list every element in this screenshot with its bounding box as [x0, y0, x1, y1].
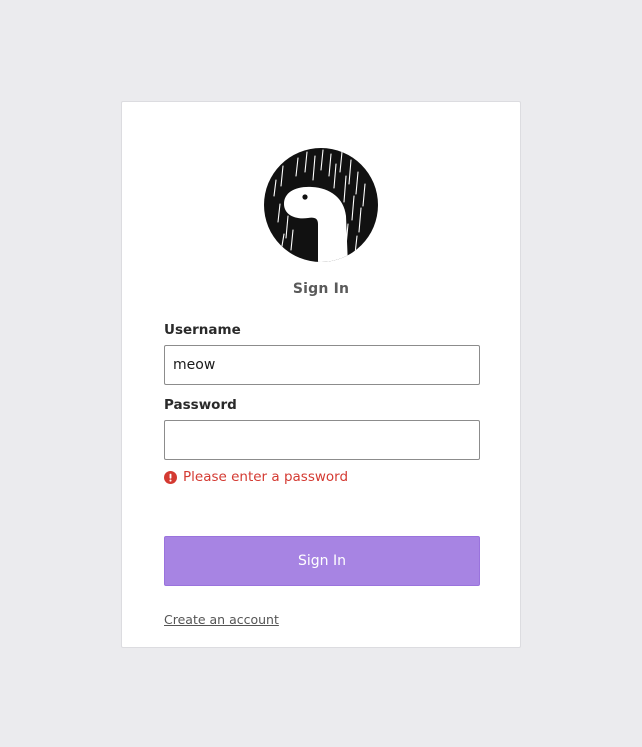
exclamation-circle-icon — [164, 470, 177, 484]
password-label: Password — [164, 397, 237, 413]
password-error: Please enter a password — [164, 469, 348, 485]
password-input[interactable] — [164, 420, 480, 460]
sign-in-button[interactable]: Sign In — [164, 536, 480, 586]
username-input[interactable] — [164, 345, 480, 385]
username-label: Username — [164, 322, 241, 338]
page-title: Sign In — [292, 281, 350, 297]
sign-in-card: Sign In Username Password Please enter a… — [121, 101, 521, 648]
deno-logo-icon — [264, 148, 378, 262]
create-account-link[interactable]: Create an account — [164, 612, 279, 627]
error-message: Please enter a password — [183, 469, 349, 485]
